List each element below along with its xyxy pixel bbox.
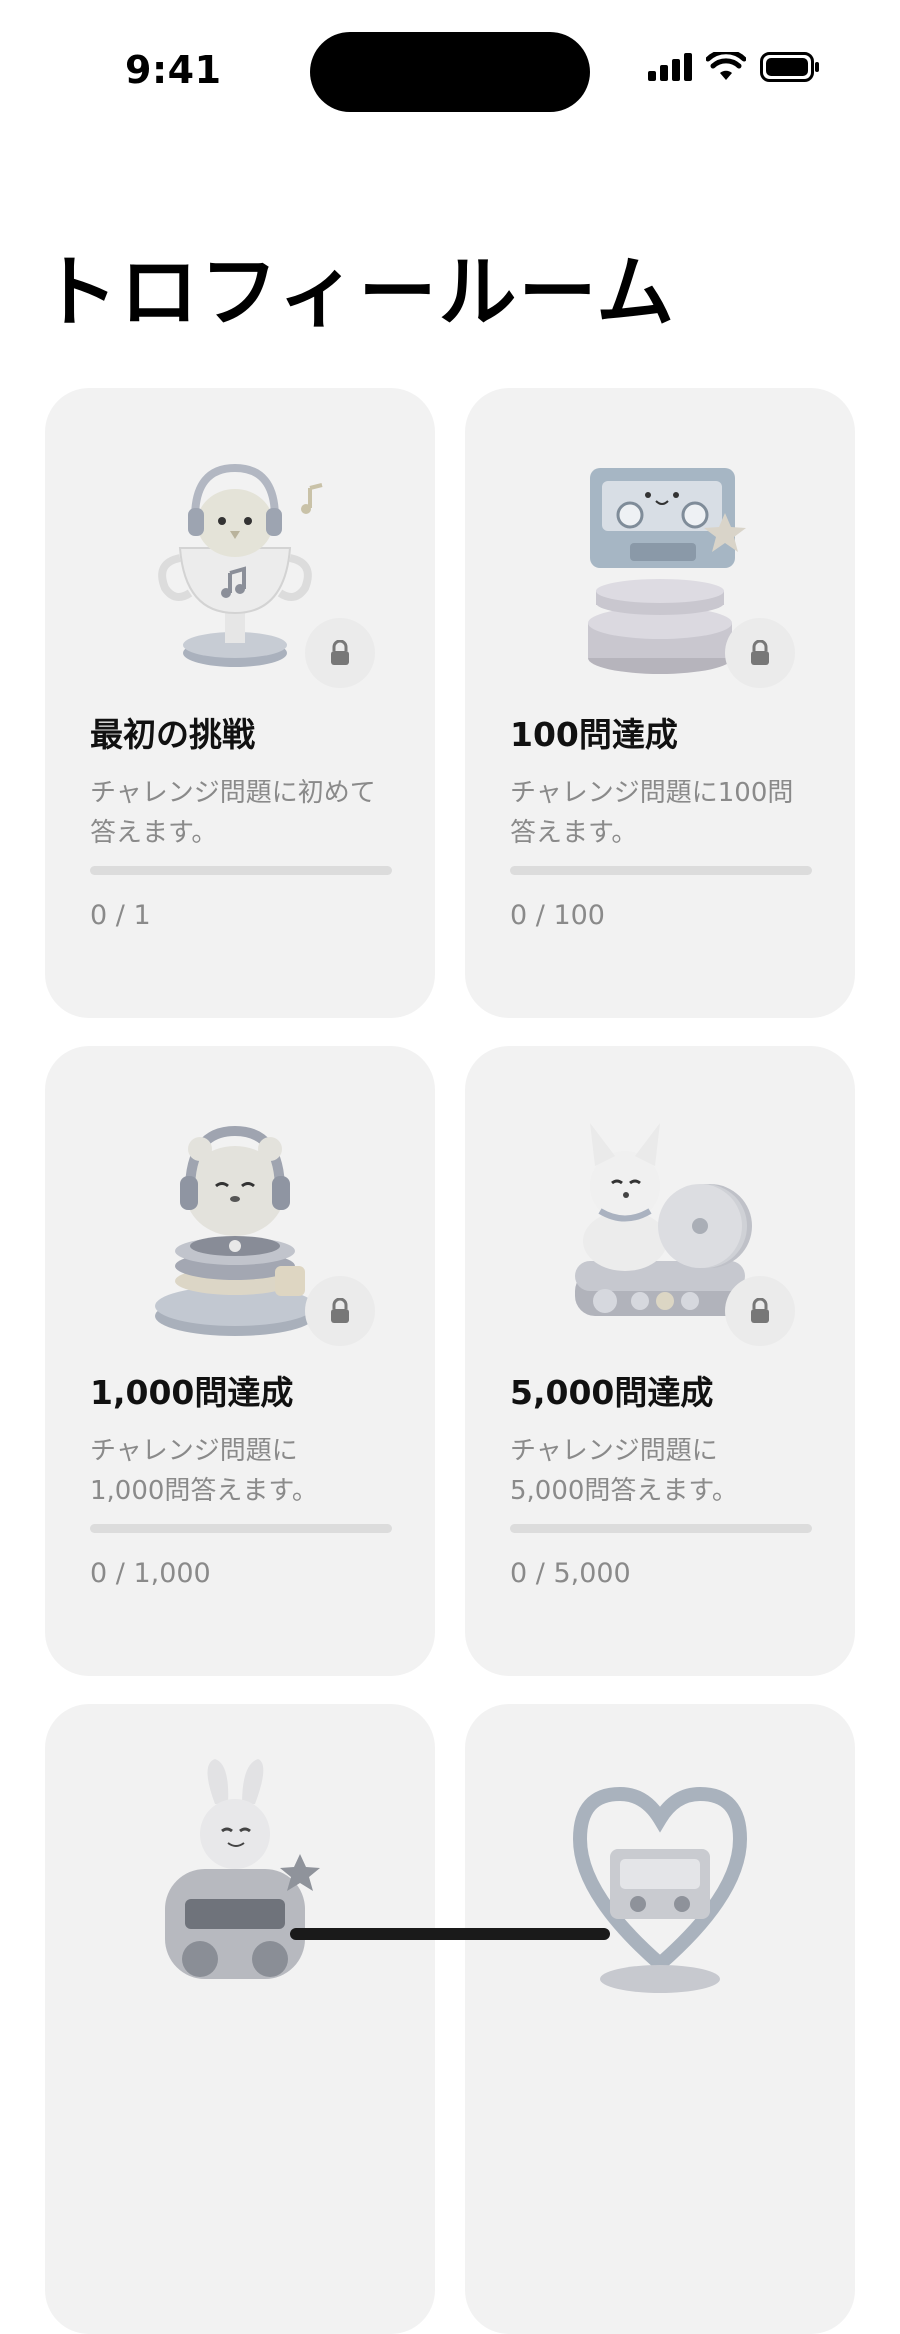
page-title: トロフィールーム [40, 248, 677, 338]
lock-icon [751, 1298, 769, 1323]
trophy-card[interactable] [465, 1704, 855, 2334]
progress-label: 0 / 100 [510, 900, 605, 931]
lock-icon [331, 640, 349, 665]
heart-cassette-icon [572, 1786, 748, 1993]
rabbit-boombox-icon [165, 1759, 320, 1979]
cellular-signal-icon [648, 53, 692, 81]
lock-icon [331, 1298, 349, 1323]
trophy-description: チャレンジ問題に100問 答えます。 [510, 778, 794, 848]
trophy-title: 5,000問達成 [510, 1373, 714, 1412]
progress-label: 0 / 1,000 [90, 1558, 211, 1589]
progress-label: 0 / 5,000 [510, 1558, 631, 1589]
lock-badge [305, 1276, 375, 1346]
progress-bar [510, 866, 812, 875]
wifi-icon [706, 52, 746, 80]
progress-bar [90, 1524, 392, 1533]
trophy-title: 最初の挑戦 [90, 715, 255, 754]
status-bar: 9:41 [0, 0, 900, 140]
lock-badge [725, 1276, 795, 1346]
trophy-card[interactable] [45, 1704, 435, 2334]
progress-bar [90, 866, 392, 875]
battery-icon [760, 52, 819, 82]
trophy-card[interactable]: 1,000問達成 チャレンジ問題に 1,000問答えます。 0 / 1,000 [45, 1046, 435, 1676]
trophy-title: 1,000問達成 [90, 1373, 294, 1412]
trophy-card[interactable]: 最初の挑戦 チャレンジ問題に初めて 答えます。 0 / 1 [45, 388, 435, 1018]
progress-bar [510, 1524, 812, 1533]
dynamic-island [310, 32, 590, 112]
progress-label: 0 / 1 [90, 900, 151, 931]
lock-icon [751, 640, 769, 665]
trophy-description: チャレンジ問題に 1,000問答えます。 [90, 1436, 318, 1506]
trophy-card[interactable]: 5,000問達成 チャレンジ問題に 5,000問答えます。 0 / 5,000 [465, 1046, 855, 1676]
lock-badge [305, 618, 375, 688]
trophy-card[interactable]: 100問達成 チャレンジ問題に100問 答えます。 0 / 100 [465, 388, 855, 1018]
trophy-description: チャレンジ問題に 5,000問答えます。 [510, 1436, 738, 1506]
status-time: 9:41 [125, 48, 222, 92]
home-indicator[interactable] [290, 1928, 610, 1940]
trophy-description: チャレンジ問題に初めて 答えます。 [90, 778, 376, 848]
lock-badge [725, 618, 795, 688]
trophy-title: 100問達成 [510, 715, 678, 754]
status-icons [648, 52, 820, 82]
